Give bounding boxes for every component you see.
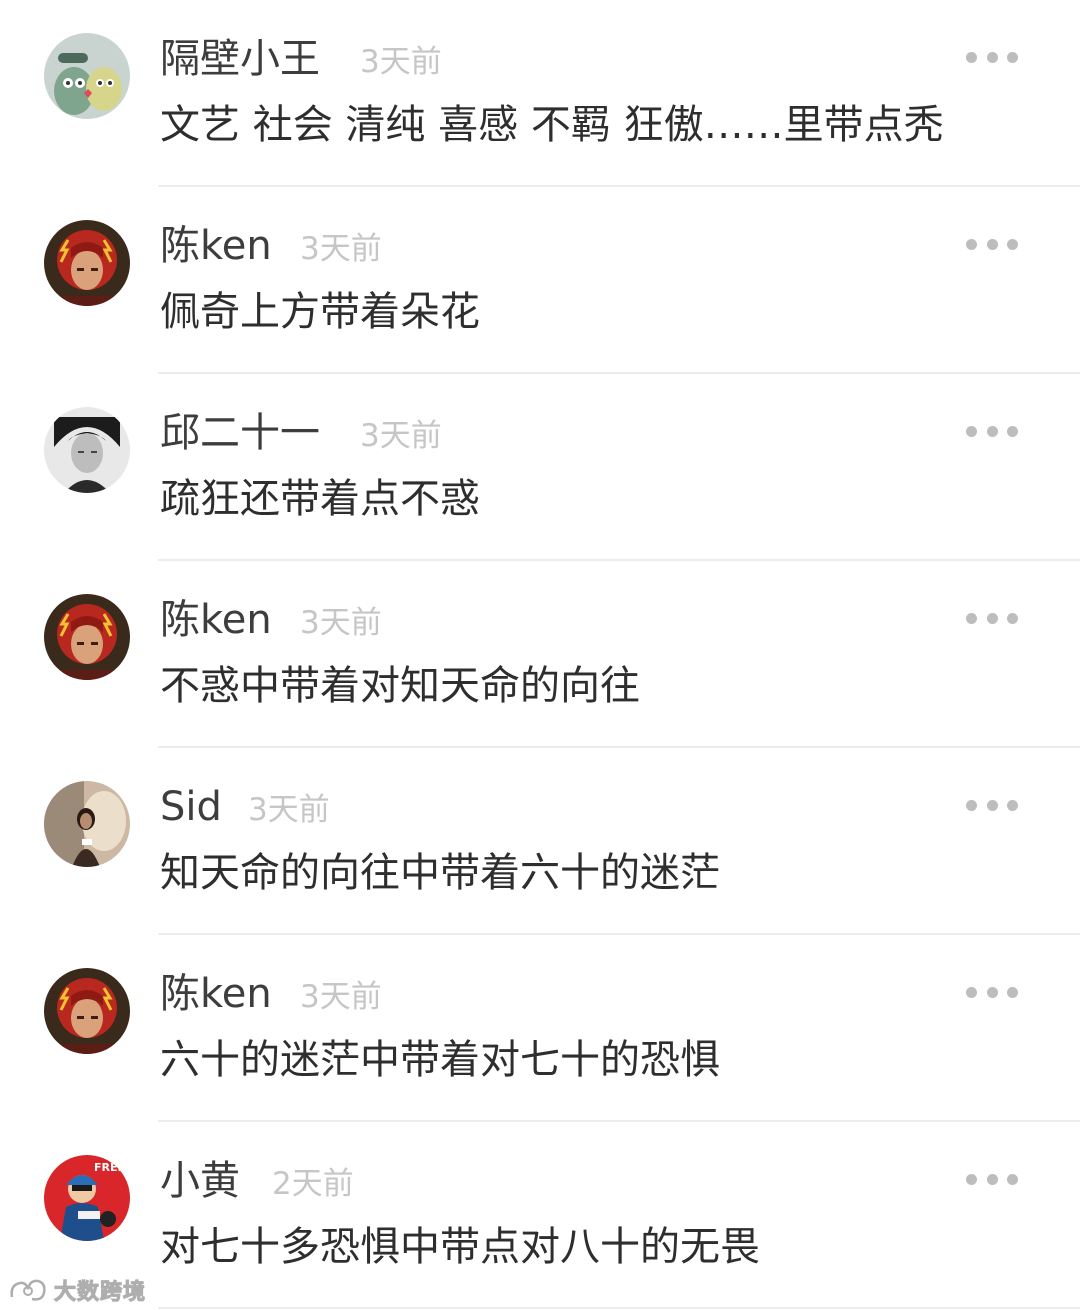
watermark-text: 大数跨境 [53,1280,147,1306]
comment-item: 隔壁小王 3天前 文艺 社会 清纯 喜感 不羁 狂傲……里带点秃 [0,0,1080,187]
flash-hero-avatar[interactable] [44,594,130,680]
freestyle-cartoon-avatar[interactable]: FREE [44,1155,130,1241]
comment-text: 疏狂还带着点不惑 [160,476,480,522]
comment-text: 六十的迷茫中带着对七十的恐惧 [160,1037,720,1083]
comment-timestamp: 3天前 [360,418,442,454]
comment-text: 文艺 社会 清纯 喜感 不羁 狂傲……里带点秃 [160,102,944,148]
comment-username[interactable]: Sid [160,782,222,832]
more-options-icon[interactable] [966,984,1018,1000]
svg-text:FREE: FREE [94,1161,125,1174]
more-options-icon[interactable] [966,49,1018,65]
cartoon-couple-avatar[interactable] [44,33,130,119]
comment-timestamp: 3天前 [300,231,382,267]
comment-timestamp: 3天前 [300,605,382,641]
sunlit-portrait-avatar[interactable] [44,781,130,867]
flash-hero-avatar[interactable] [44,220,130,306]
comment-item: Sid 3天前 知天命的向往中带着六十的迷茫 [0,748,1080,935]
watermark-logo-icon [10,1279,46,1301]
watermark: 大数跨境 [8,1274,146,1306]
bw-portrait-avatar[interactable] [44,407,130,493]
comment-timestamp: 3天前 [248,792,330,828]
comment-username[interactable]: 隔壁小王 [160,34,320,84]
more-options-icon[interactable] [966,797,1018,813]
comment-text: 对七十多恐惧中带点对八十的无畏 [160,1224,760,1270]
more-options-icon[interactable] [966,1171,1018,1187]
comment-item: 陈ken 3天前 六十的迷茫中带着对七十的恐惧 [0,935,1080,1122]
more-options-icon[interactable] [966,610,1018,626]
comment-timestamp: 3天前 [360,44,442,80]
comment-username[interactable]: 邱二十一 [160,408,320,458]
comment-timestamp: 2天前 [272,1166,354,1202]
more-options-icon[interactable] [966,236,1018,252]
comment-item: 陈ken 3天前 佩奇上方带着朵花 [0,187,1080,374]
comment-item: FREE 小黄 2天前 对七十多恐惧中带点对八十的无畏 [0,1122,1080,1309]
comment-text: 不惑中带着对知天命的向往 [160,663,640,709]
more-options-icon[interactable] [966,423,1018,439]
comment-text: 佩奇上方带着朵花 [160,289,480,335]
comment-username[interactable]: 陈ken [160,221,272,271]
comment-username[interactable]: 陈ken [160,595,272,645]
comment-item: 陈ken 3天前 不惑中带着对知天命的向往 [0,561,1080,748]
comment-item: 邱二十一 3天前 疏狂还带着点不惑 [0,374,1080,561]
flash-hero-avatar[interactable] [44,968,130,1054]
divider [158,1307,1080,1309]
comment-text: 知天命的向往中带着六十的迷茫 [160,850,720,896]
comment-username[interactable]: 陈ken [160,969,272,1019]
comment-username[interactable]: 小黄 [160,1156,240,1206]
comment-timestamp: 3天前 [300,979,382,1015]
